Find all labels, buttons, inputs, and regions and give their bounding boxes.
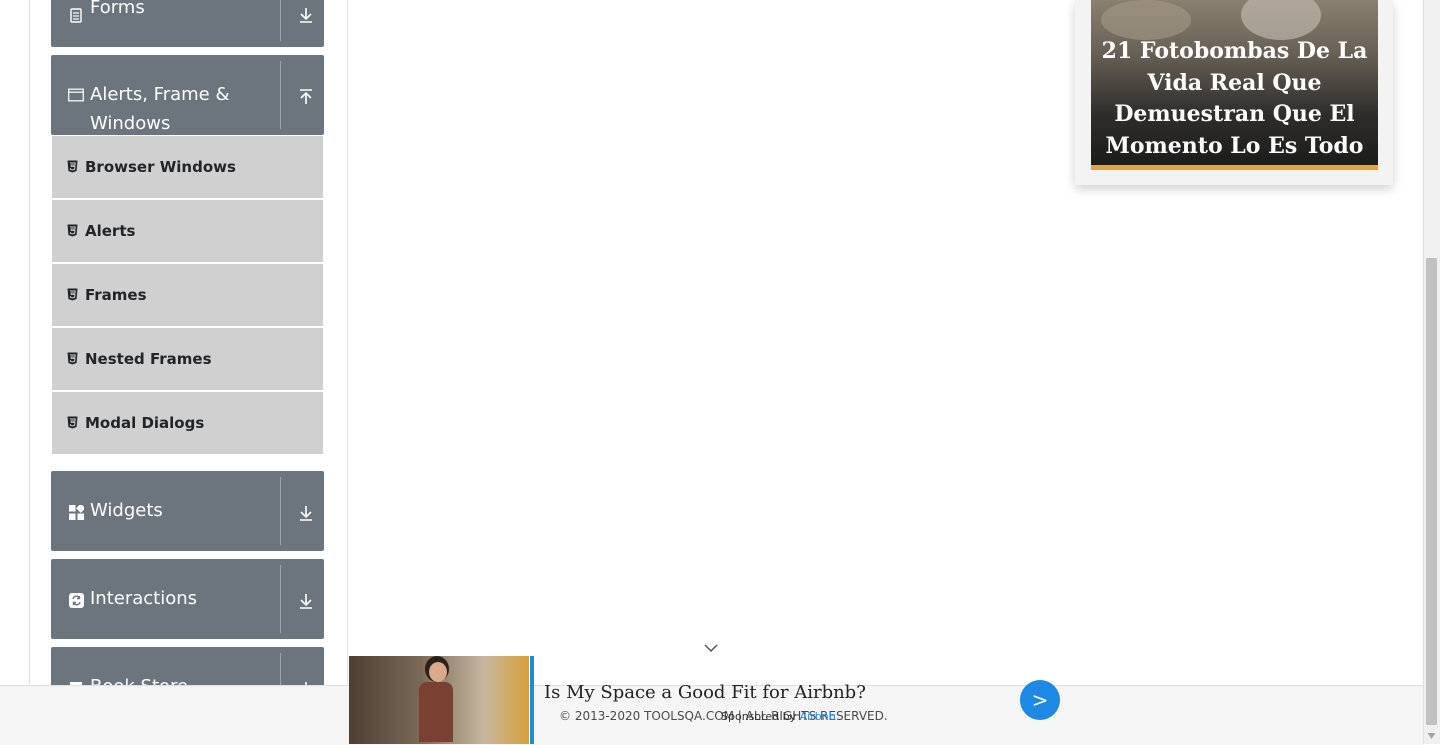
side-ad-card[interactable]: 21 Fotobombas De La Vida Real Que Demues… — [1075, 0, 1393, 185]
group-header-alerts-frame-windows[interactable]: Alerts, Frame & Windows — [51, 55, 324, 135]
form-icon — [68, 7, 84, 23]
menu-item-nested-frames[interactable]: Nested Frames — [52, 328, 323, 392]
group-title: Widgets — [90, 500, 163, 521]
html5-icon — [67, 224, 78, 237]
ad-headline[interactable]: Is My Space a Good Fit for Airbnb? — [544, 682, 866, 703]
sidebar-left-border — [29, 0, 30, 744]
arrow-down-icon[interactable] — [295, 590, 317, 612]
scrollbar-thumb[interactable] — [1426, 258, 1437, 725]
ad-image-detail — [1101, 0, 1191, 40]
ad-image-detail — [1241, 0, 1321, 40]
ad-image[interactable] — [349, 656, 529, 744]
group-title: Alerts, Frame & Windows — [90, 84, 230, 134]
ad-headline[interactable]: 21 Fotobombas De La Vida Real Que Demues… — [1095, 36, 1374, 162]
divider — [280, 477, 281, 545]
sponsor-name[interactable]: Airbnb — [800, 710, 836, 723]
ad-image-detail — [419, 682, 453, 742]
ad-accent-bar — [1091, 165, 1378, 170]
menu-item-label: Frames — [85, 286, 147, 304]
group-header-forms[interactable]: Forms — [51, 0, 324, 47]
divider — [280, 0, 281, 41]
html5-icon — [67, 288, 78, 301]
divider — [280, 565, 281, 633]
menu-item-label: Nested Frames — [85, 350, 212, 368]
ad-sponsor: Sponsored by Airbnb — [721, 710, 836, 723]
html5-icon — [67, 160, 78, 173]
arrow-down-icon[interactable] — [295, 4, 317, 26]
html5-icon — [67, 352, 78, 365]
group-header-widgets[interactable]: Widgets — [51, 471, 324, 551]
menu-item-modal-dialogs[interactable]: Modal Dialogs — [52, 392, 323, 456]
menu-item-browser-windows[interactable]: Browser Windows — [52, 136, 323, 200]
widgets-icon — [68, 504, 84, 520]
chevron-down-icon[interactable] — [703, 642, 719, 654]
ad-image[interactable]: 21 Fotobombas De La Vida Real Que Demues… — [1091, 0, 1378, 165]
html5-icon — [67, 416, 78, 429]
divider — [280, 61, 281, 129]
ad-image-detail — [429, 662, 447, 682]
menu-item-alerts[interactable]: Alerts — [52, 200, 323, 264]
sponsor-prefix: Sponsored by — [721, 710, 797, 723]
scroll-down-arrow-icon[interactable] — [1427, 732, 1436, 740]
sidebar-right-border — [347, 0, 348, 744]
window-icon — [68, 87, 84, 103]
menu-item-label: Browser Windows — [85, 158, 236, 176]
menu-item-frames[interactable]: Frames — [52, 264, 323, 328]
arrow-up-icon[interactable] — [295, 86, 317, 108]
menu-item-label: Modal Dialogs — [85, 414, 205, 432]
group-title: Forms — [90, 0, 145, 18]
menu-item-label: Alerts — [85, 222, 136, 240]
bottom-ad-banner[interactable]: Is My Space a Good Fit for Airbnb? Spons… — [349, 656, 1049, 744]
arrow-down-icon[interactable] — [295, 502, 317, 524]
ad-next-button[interactable]: > — [1020, 680, 1060, 720]
group-title: Interactions — [90, 588, 198, 609]
group-header-interactions[interactable]: Interactions — [51, 559, 324, 639]
ad-accent-bar — [530, 656, 534, 744]
interactions-icon — [68, 592, 84, 608]
